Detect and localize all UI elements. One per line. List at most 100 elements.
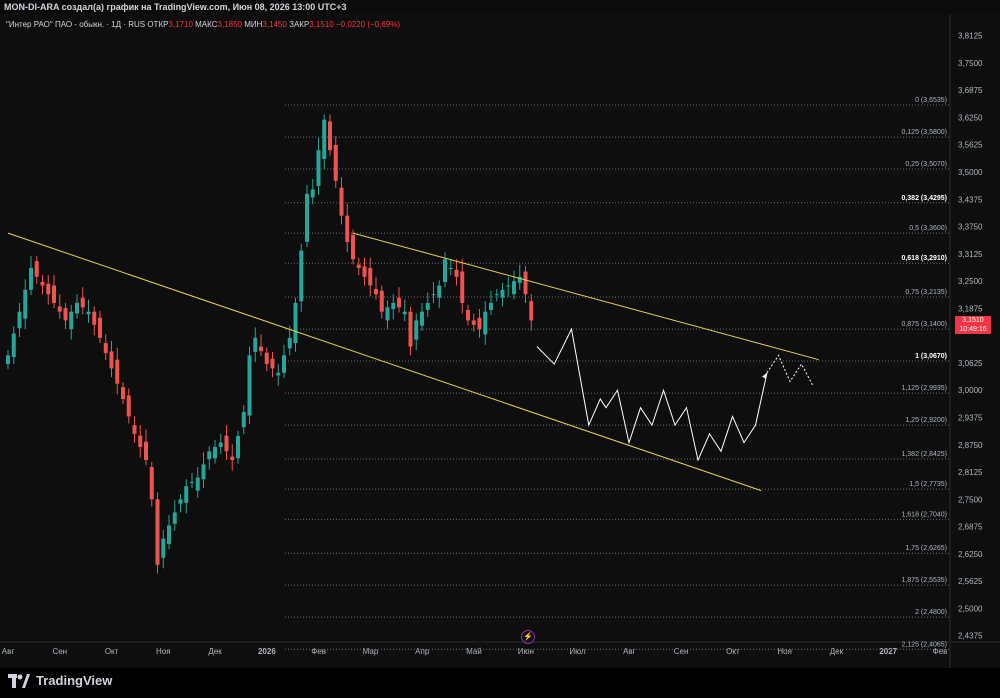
- candle-body: [425, 302, 430, 310]
- x-tick-label: Мар: [363, 647, 379, 656]
- candle-body: [253, 337, 258, 352]
- fib-level-label: 0,125 (3,5800): [901, 129, 947, 136]
- candle-body: [512, 281, 516, 295]
- candle-body: [414, 320, 419, 340]
- y-tick-label: 3,8125: [958, 32, 983, 41]
- candle-body: [287, 337, 292, 349]
- legend-change: −0,0220 (−0,69%): [335, 20, 401, 29]
- candle-body: [276, 372, 281, 376]
- candle-body: [213, 446, 217, 459]
- candle-body: [264, 352, 269, 365]
- candle-body: [448, 268, 453, 270]
- fib-level-label: 1,875 (2,5535): [901, 577, 947, 584]
- fib-level-label: 1,618 (2,7040): [901, 511, 947, 518]
- legend-open: 3,1710: [168, 20, 193, 29]
- legend-high: 3,1850: [217, 20, 242, 29]
- fib-level-label: 0,875 (3,1400): [901, 321, 947, 328]
- legend-open-label: ОТКР: [147, 20, 169, 29]
- x-tick-label: Авг: [623, 647, 636, 656]
- candle-body: [305, 193, 309, 242]
- candle-body: [80, 297, 85, 308]
- x-tick-label: Окт: [105, 647, 119, 656]
- footer-bar: [0, 668, 1000, 698]
- legend-close-label: ЗАКР: [289, 20, 310, 29]
- candle-body: [132, 425, 137, 434]
- candle-body: [328, 121, 332, 151]
- candle-body: [460, 271, 465, 303]
- y-tick-label: 2,5000: [958, 604, 983, 613]
- fib-level-label: 0,75 (3,2135): [905, 289, 947, 296]
- legend-low: 3,1450: [262, 20, 287, 29]
- fib-level-label: 2 (2,4800): [915, 609, 947, 616]
- candle-body: [69, 311, 74, 330]
- candle-body: [86, 311, 91, 315]
- candle-body: [17, 311, 22, 329]
- candle-body: [121, 387, 125, 399]
- candle-body: [75, 302, 79, 314]
- fib-level-label: 1,382 (2,8425): [901, 451, 947, 458]
- candle-body: [63, 308, 68, 321]
- y-tick-label: 3,3125: [958, 250, 983, 259]
- candle-body: [103, 343, 108, 354]
- candle-body: [356, 264, 361, 269]
- fib-level-label: 0,618 (3,2910): [901, 255, 947, 262]
- candle-body: [299, 250, 304, 302]
- y-tick-label: 2,8750: [958, 441, 983, 450]
- fib-level-label: 0 (3,6535): [915, 97, 947, 104]
- fib-level-label: 1,125 (2,9935): [901, 385, 947, 392]
- chart-area[interactable]: 3,8125 3,7500 3,6875 3,6250 3,5625 3,5000 3,43…: [0, 14, 1000, 668]
- y-tick-label: 3,4375: [958, 195, 983, 204]
- candle-body: [230, 456, 235, 461]
- x-tick-label: Сен: [52, 647, 67, 656]
- candle-body: [443, 259, 447, 283]
- candle-body: [270, 358, 275, 369]
- candle-body: [109, 351, 114, 369]
- x-tick-label: 2026: [258, 647, 276, 656]
- chart-header: MON-DI-ARA создал(а) график на TradingVi…: [0, 0, 1000, 14]
- legend-symbol: "Интер РАО" ПАО - обыкн. · 1Д · RUS: [6, 20, 146, 29]
- tradingview-logo[interactable]: TradingView: [8, 673, 112, 688]
- fib-level-label: 1,25 (2,9200): [905, 417, 947, 424]
- candle-body: [431, 294, 436, 296]
- y-tick-label: 3,0000: [958, 386, 983, 395]
- candle-body: [92, 311, 97, 325]
- candle-body: [391, 302, 396, 310]
- candle-body: [379, 290, 384, 312]
- candle-body: [397, 297, 401, 308]
- x-tick-label: Июл: [569, 647, 586, 656]
- candle-body: [161, 538, 166, 558]
- candle-body: [34, 261, 39, 277]
- x-tick-label: Фев: [311, 647, 326, 656]
- candle-body: [29, 268, 33, 290]
- candle-body: [282, 355, 286, 373]
- candle-body: [322, 119, 327, 159]
- fib-level-label: 2,125 (2,4065): [901, 641, 947, 648]
- candle-body: [52, 285, 56, 303]
- candle-body: [207, 451, 212, 460]
- candle-body: [138, 435, 143, 447]
- lightning-icon[interactable]: ⚡: [521, 630, 535, 644]
- last-price: 3,1510: [962, 317, 984, 324]
- candle-body: [236, 436, 240, 459]
- candle-body: [46, 283, 51, 295]
- candle-body: [144, 441, 148, 461]
- candle-body: [11, 333, 16, 358]
- x-tick-label: Фев: [933, 647, 948, 656]
- candle-body: [385, 307, 390, 321]
- candle-body: [259, 346, 263, 351]
- candle-body: [172, 512, 177, 524]
- candle-body: [408, 311, 413, 347]
- x-tick-label: Сен: [674, 647, 689, 656]
- last-price-tag: 3,1510 10:49:16: [955, 316, 991, 334]
- candle-body: [489, 302, 493, 310]
- candle-body: [506, 285, 511, 287]
- y-tick-label: 3,6250: [958, 113, 983, 122]
- legend-close: 3,1510: [309, 20, 334, 29]
- tradingview-logo-icon: [8, 673, 30, 688]
- fib-level-label: 1,75 (2,6265): [905, 545, 947, 552]
- ohlc-legend: "Интер РАО" ПАО - обыкн. · 1Д · RUS ОТКР…: [6, 20, 400, 29]
- x-tick-label: Авг: [2, 647, 15, 656]
- candle-body: [149, 467, 154, 500]
- brand-name: TradingView: [36, 673, 113, 688]
- price-chart[interactable]: 3,8125 3,7500 3,6875 3,6250 3,5625 3,5000 3,43…: [0, 14, 1000, 668]
